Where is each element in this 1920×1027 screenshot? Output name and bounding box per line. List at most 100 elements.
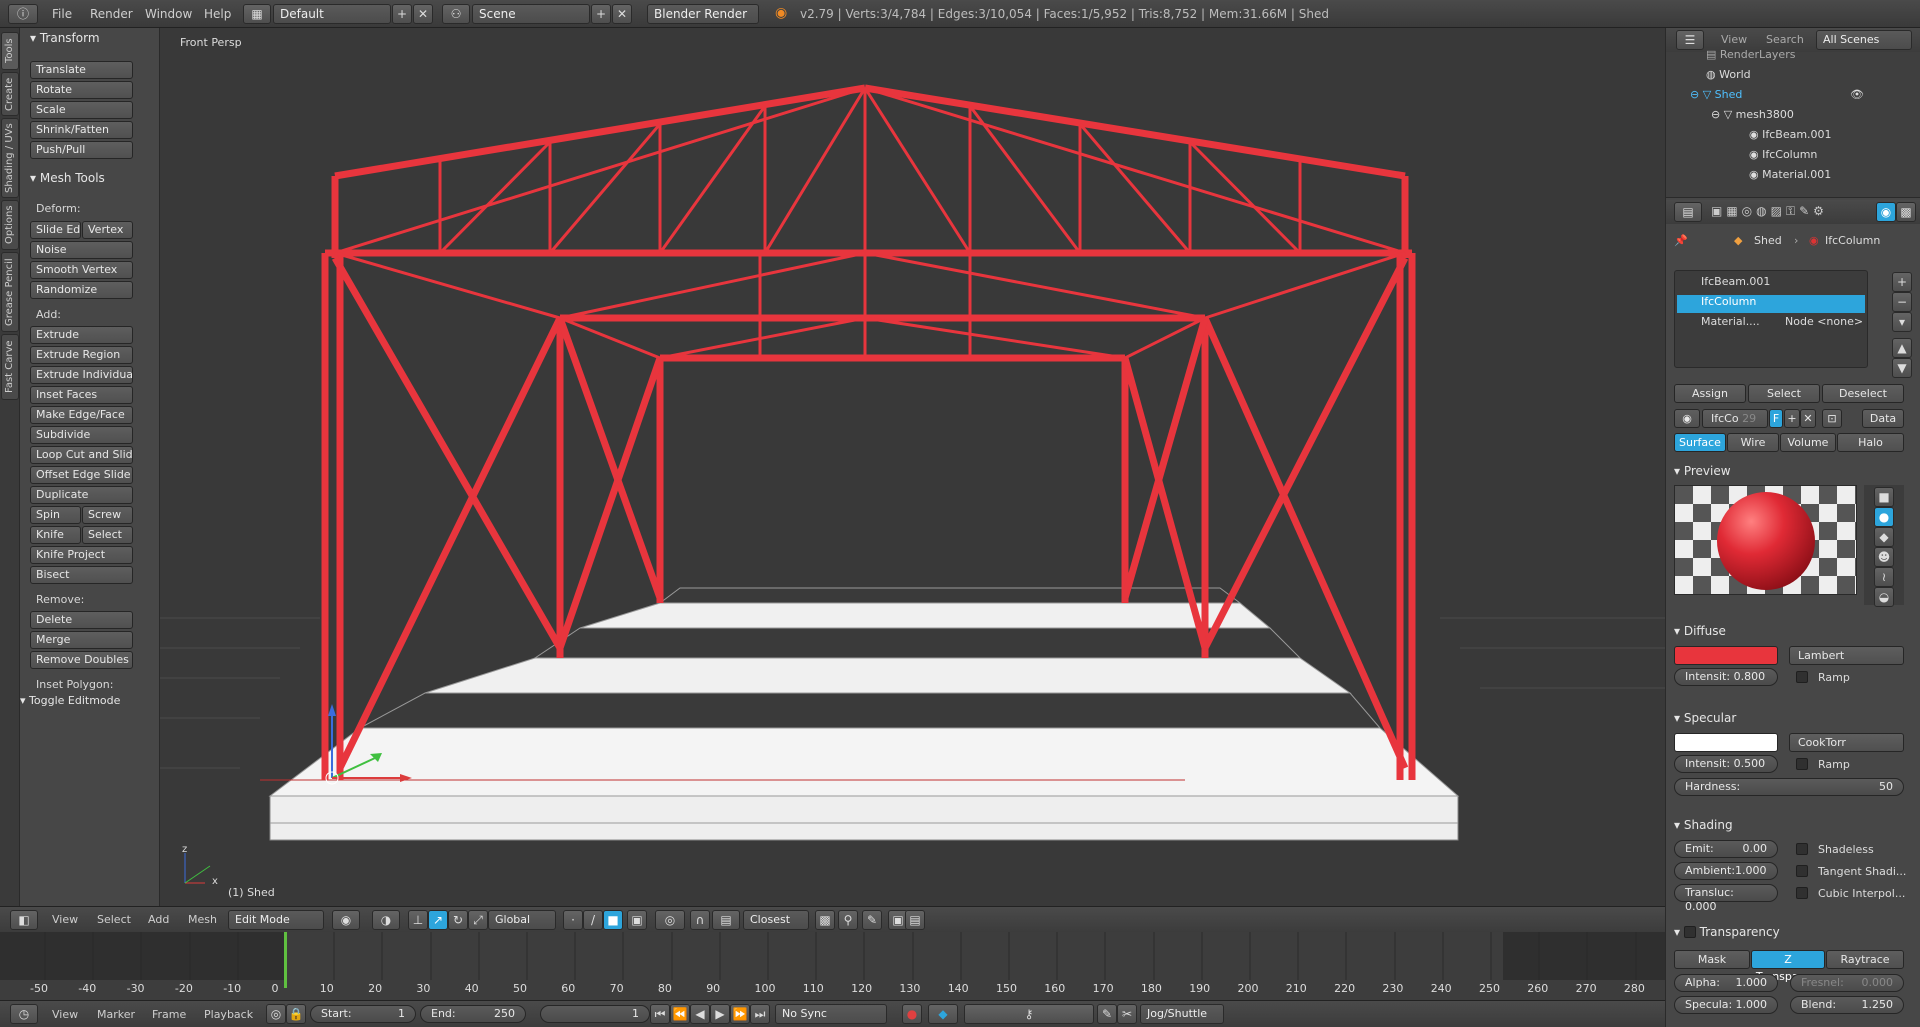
delete-key-icon[interactable]: ✂ [1117,1004,1137,1024]
edge-select-icon[interactable]: / [583,910,603,930]
extrude-button[interactable]: Extrude [30,326,133,344]
outliner-item-mesh[interactable]: ⊖ ▽ mesh3800 [1711,108,1920,128]
tab-volume[interactable]: Volume [1780,433,1836,452]
loop-cut-button[interactable]: Loop Cut and Slide [30,446,133,464]
preview-sphere-icon[interactable]: ● [1874,507,1894,527]
specular-panel-header[interactable]: ▾ Specular [1674,711,1736,725]
diffuse-ramp-checkbox[interactable] [1796,671,1808,683]
noise-button[interactable]: Noise [30,241,133,259]
outliner-item-material001[interactable]: ◉ Material.001 [1749,168,1920,188]
record-icon[interactable]: ● [902,1004,922,1024]
orientation-select[interactable]: Global [488,910,556,930]
move-slot-up-icon[interactable]: ▲ [1892,338,1912,358]
tab-shading-uvs[interactable]: Shading / UVs [1,118,19,198]
specular-color-swatch[interactable] [1674,733,1778,752]
end-frame-field[interactable]: End: 250 [420,1005,526,1023]
diffuse-panel-header[interactable]: ▾ Diffuse [1674,624,1726,638]
lock-icon[interactable]: 🔒 [286,1004,306,1024]
knife-project-button[interactable]: Knife Project [30,546,133,564]
render-engine-select[interactable]: Blender Render [647,4,759,24]
pivot-icon[interactable]: ◉ [332,910,360,930]
tab-grease-pencil[interactable]: Grease Pencil [1,252,19,332]
fresnel-field[interactable]: Fresnel: 0.000 [1790,974,1904,992]
transform-panel-header[interactable]: ▾ Transform [30,31,100,45]
start-frame-field[interactable]: Start: 1 [310,1005,416,1023]
move-slot-down-icon[interactable]: ▼ [1892,358,1912,378]
keying-set-field[interactable]: ⚷ [964,1004,1094,1024]
emit-field[interactable]: Emit: 0.00 [1674,840,1778,858]
subdivide-button[interactable]: Subdivide [30,426,133,444]
rotate-manip-icon[interactable]: ↻ [448,910,468,930]
layout-field[interactable]: Default [273,4,391,24]
slide-edge-button[interactable]: Slide Ed [30,221,81,239]
remove-scene-icon[interactable]: ✕ [612,4,632,24]
outliner-item-world[interactable]: ◍ World [1706,68,1920,88]
scale-button[interactable]: Scale [30,101,133,119]
outliner-item-shed[interactable]: ⊖ ▽ Shed 👁 [1690,88,1920,108]
tab-create[interactable]: Create [1,72,19,116]
menu-add[interactable]: Add [148,913,169,926]
prev-keyframe-icon[interactable]: ⏪ [670,1004,690,1024]
visibility-eye-icon[interactable]: 👁 [1850,88,1864,101]
extrude-individual-button[interactable]: Extrude Individual [30,366,133,384]
outliner-editor-icon[interactable]: ☰ [1676,30,1704,50]
face-select-icon[interactable]: ■ [603,910,623,930]
play-icon[interactable]: ▶ [710,1004,730,1024]
context-tabs-icon[interactable]: ▣▦◎◍▨⚿✎⚙ [1711,204,1828,219]
snap-target-select[interactable]: Closest [743,910,809,930]
outliner-item-renderlayers[interactable]: ▤ RenderLayers [1706,48,1920,68]
timeline-editor-icon[interactable]: ◷ [10,1004,38,1024]
offset-edge-slide-button[interactable]: Offset Edge Slide [30,466,133,484]
knife-button[interactable]: Knife [30,526,81,544]
transp-raytrace-button[interactable]: Raytrace [1826,950,1904,969]
menu-frame[interactable]: Frame [152,1008,186,1021]
menu-select[interactable]: Select [97,913,131,926]
preview-monkey-icon[interactable]: ☻ [1874,547,1894,567]
screw-button[interactable]: Screw [82,506,133,524]
keying-icon[interactable]: ◆ [928,1004,958,1024]
jump-end-icon[interactable]: ⏭ [750,1004,770,1024]
new-material-icon[interactable]: + [1784,409,1800,428]
preview-hair-icon[interactable]: ≀ [1874,567,1894,587]
jump-start-icon[interactable]: ⏮ [650,1004,670,1024]
proportional-edit-icon[interactable]: ◎ [655,910,685,930]
remove-doubles-button[interactable]: Remove Doubles [30,651,133,669]
randomize-button[interactable]: Randomize [30,281,133,299]
link-data-select[interactable]: Data [1862,409,1904,428]
translucency-field[interactable]: Transluc: 0.000 [1674,884,1778,913]
specular-alpha-field[interactable]: Specula: 1.000 [1674,996,1778,1014]
delete-button[interactable]: Delete [30,611,133,629]
3d-viewport[interactable]: Front Persp x z (1) Shed [160,28,1665,906]
fake-user-button[interactable]: F [1769,409,1783,428]
preview-range-icon[interactable]: ◎ [266,1004,286,1024]
add-layout-icon[interactable]: + [392,4,412,24]
duplicate-button[interactable]: Duplicate [30,486,133,504]
texture-tab-icon[interactable]: ▩ [1896,202,1916,222]
rotate-button[interactable]: Rotate [30,81,133,99]
outliner-search-menu[interactable]: Search [1766,33,1804,46]
add-scene-icon[interactable]: + [591,4,611,24]
tab-surface[interactable]: Surface [1674,433,1726,452]
slot-material001[interactable]: Material.... Node <none> [1677,315,1865,333]
transparency-checkbox[interactable] [1683,926,1696,938]
editor-type-icon[interactable]: ◧ [10,910,38,930]
slot-ifccolumn[interactable]: IfcColumn [1677,295,1865,313]
specular-shader-select[interactable]: CookTorr [1789,733,1904,752]
screen-layout-icon[interactable]: ▦ [243,4,271,24]
remove-slot-icon[interactable]: − [1892,292,1912,312]
jog-shuttle-button[interactable]: Jog/Shuttle [1140,1004,1224,1024]
push-pull-button[interactable]: Push/Pull [30,141,133,159]
menu-view[interactable]: View [52,913,78,926]
blend-field[interactable]: Blend: 1.250 [1790,996,1904,1014]
preview-cube-icon[interactable]: ◆ [1874,527,1894,547]
menu-help[interactable]: Help [204,7,231,21]
current-frame-field[interactable]: 1 [540,1005,650,1023]
outliner-scope-select[interactable]: All Scenes [1816,30,1912,50]
manipulator-icon[interactable]: ⊥ [408,910,428,930]
scale-manip-icon[interactable]: ⤢ [468,910,488,930]
cubic-interpolation-checkbox[interactable] [1796,887,1808,899]
alpha-field[interactable]: Alpha: 1.000 [1674,974,1778,992]
shading-icon[interactable]: ◑ [372,910,400,930]
menu-window[interactable]: Window [145,7,192,21]
render-anim-icon[interactable]: ⚲ [838,910,858,930]
